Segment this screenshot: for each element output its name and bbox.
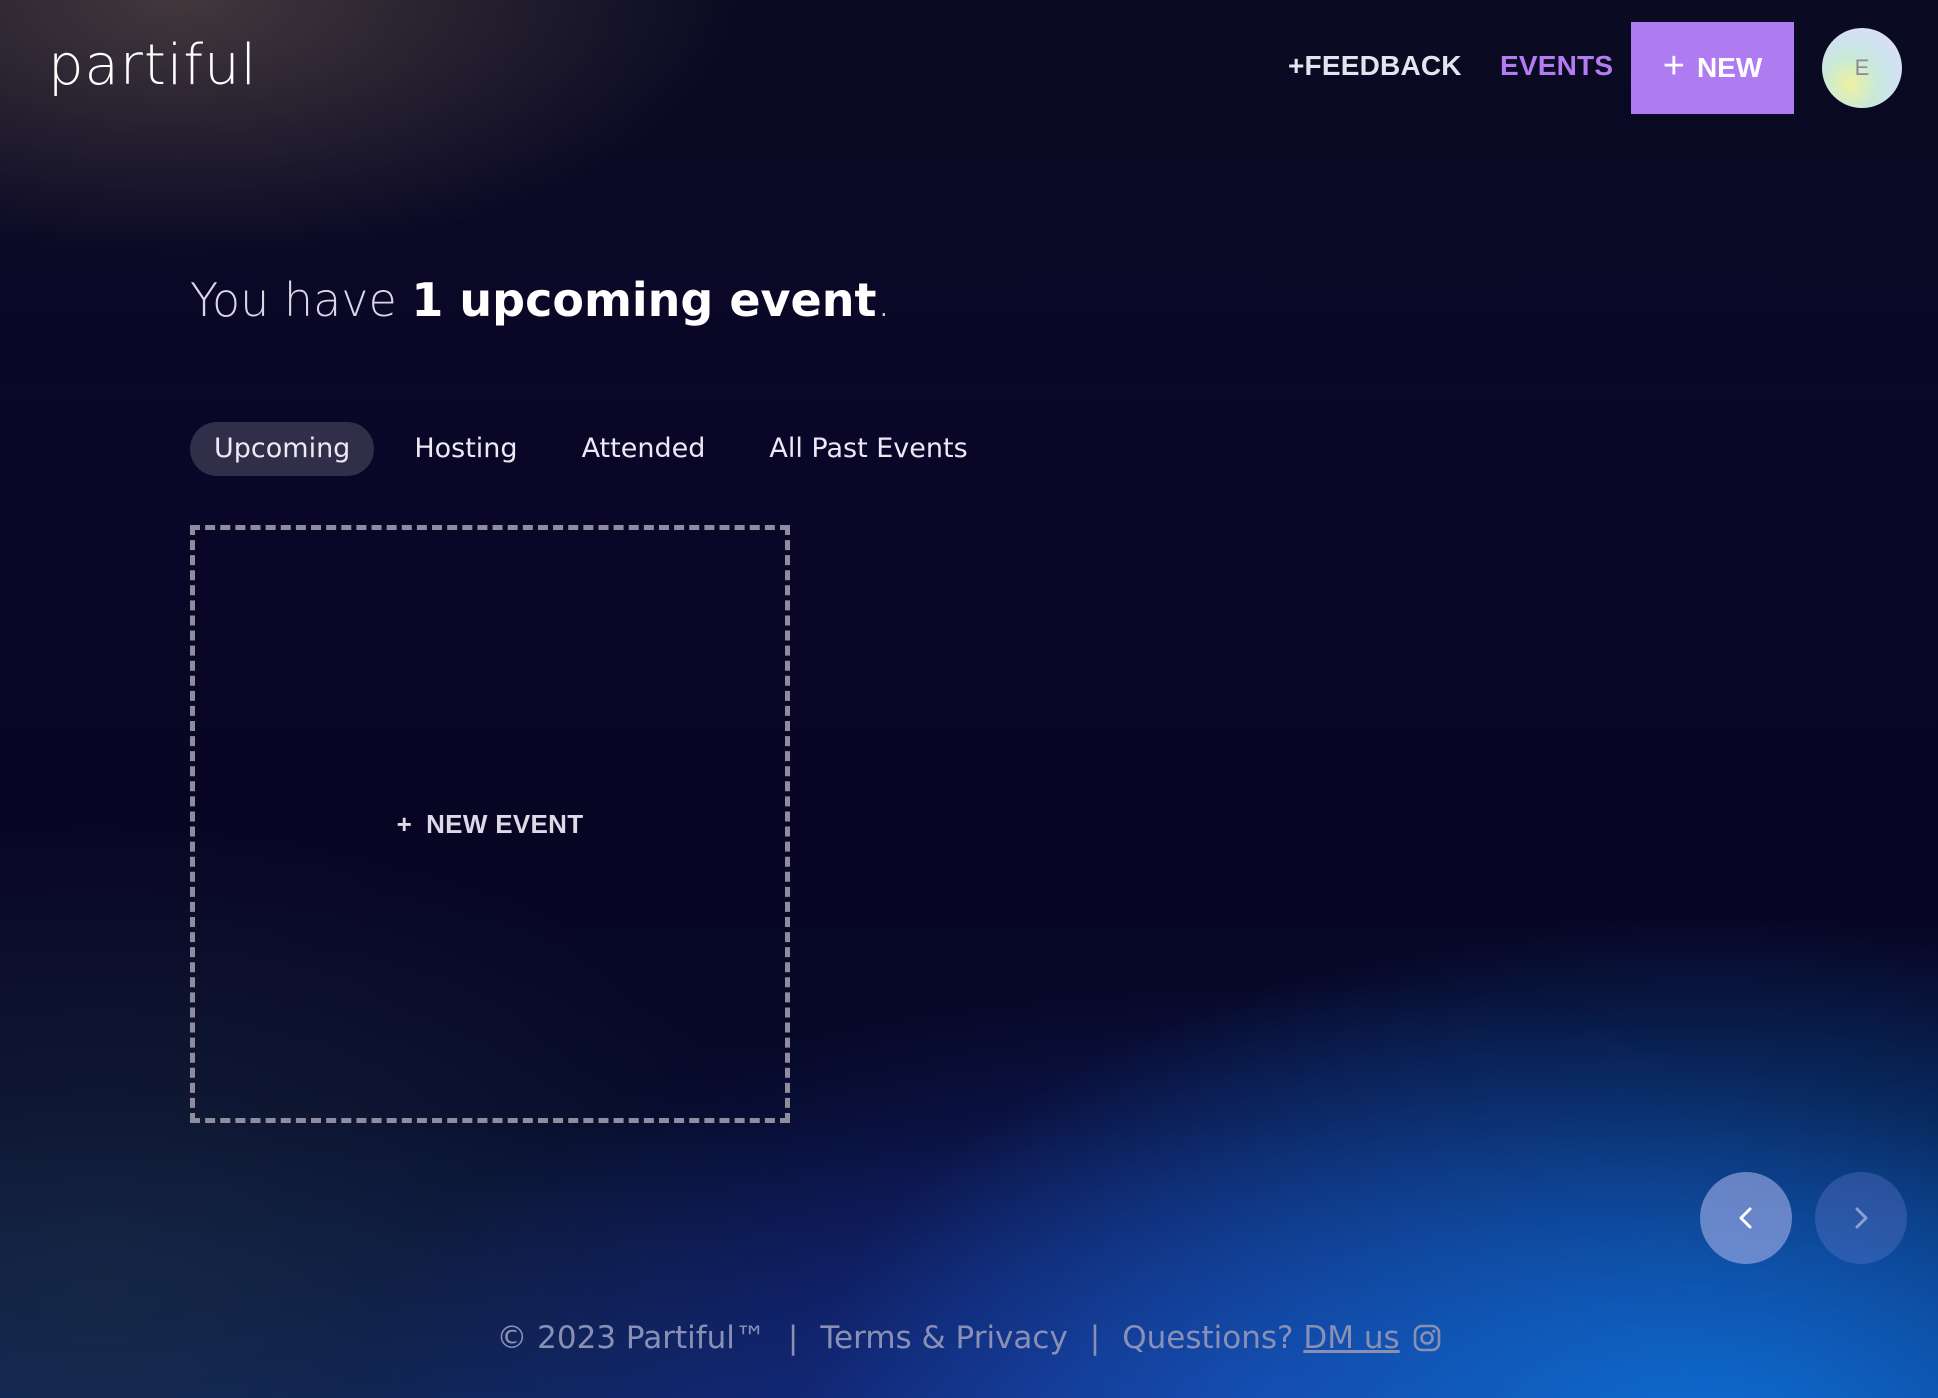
footer-questions: Questions? (1122, 1320, 1294, 1356)
footer-copyright: © 2023 Partiful™ (496, 1320, 766, 1356)
plus-icon: + (1662, 45, 1685, 87)
event-filter-tabs: Upcoming Hosting Attended All Past Event… (190, 422, 992, 476)
footer-separator: | (787, 1320, 799, 1356)
plus-icon: + (396, 808, 413, 839)
tab-attended[interactable]: Attended (558, 422, 730, 476)
dm-us-link[interactable]: DM us (1303, 1320, 1399, 1356)
tab-hosting[interactable]: Hosting (390, 422, 541, 476)
instagram-icon[interactable] (1412, 1323, 1442, 1353)
terms-privacy-link[interactable]: Terms & Privacy (820, 1320, 1067, 1356)
tab-upcoming[interactable]: Upcoming (190, 422, 375, 476)
new-event-card[interactable]: + NEW EVENT (190, 525, 790, 1123)
chevron-left-icon (1739, 1207, 1752, 1229)
footer-separator: | (1089, 1320, 1101, 1356)
headline-count: 1 upcoming event (411, 273, 877, 327)
carousel-prev-button[interactable] (1700, 1172, 1792, 1264)
avatar-initial: E (1854, 55, 1870, 80)
new-button-label: NEW (1696, 52, 1763, 83)
headline-prefix: You have (190, 273, 412, 327)
tab-all-past-events[interactable]: All Past Events (745, 422, 991, 476)
events-link[interactable]: EVENTS (1500, 48, 1613, 84)
new-event-card-label: + NEW EVENT (397, 809, 584, 840)
chevron-right-icon (1855, 1207, 1868, 1229)
new-event-button[interactable]: + NEW (1631, 22, 1794, 114)
carousel-next-button[interactable] (1815, 1172, 1907, 1264)
partiful-logo[interactable]: partiful (48, 36, 257, 100)
page-headline: You have 1 upcoming event. (190, 270, 891, 330)
new-event-card-text: NEW EVENT (426, 808, 584, 839)
feedback-link[interactable]: +FEEDBACK (1288, 48, 1462, 84)
footer: © 2023 Partiful™ | Terms & Privacy | Que… (0, 1320, 1938, 1356)
avatar[interactable]: E (1822, 28, 1902, 108)
headline-suffix: . (876, 273, 892, 327)
